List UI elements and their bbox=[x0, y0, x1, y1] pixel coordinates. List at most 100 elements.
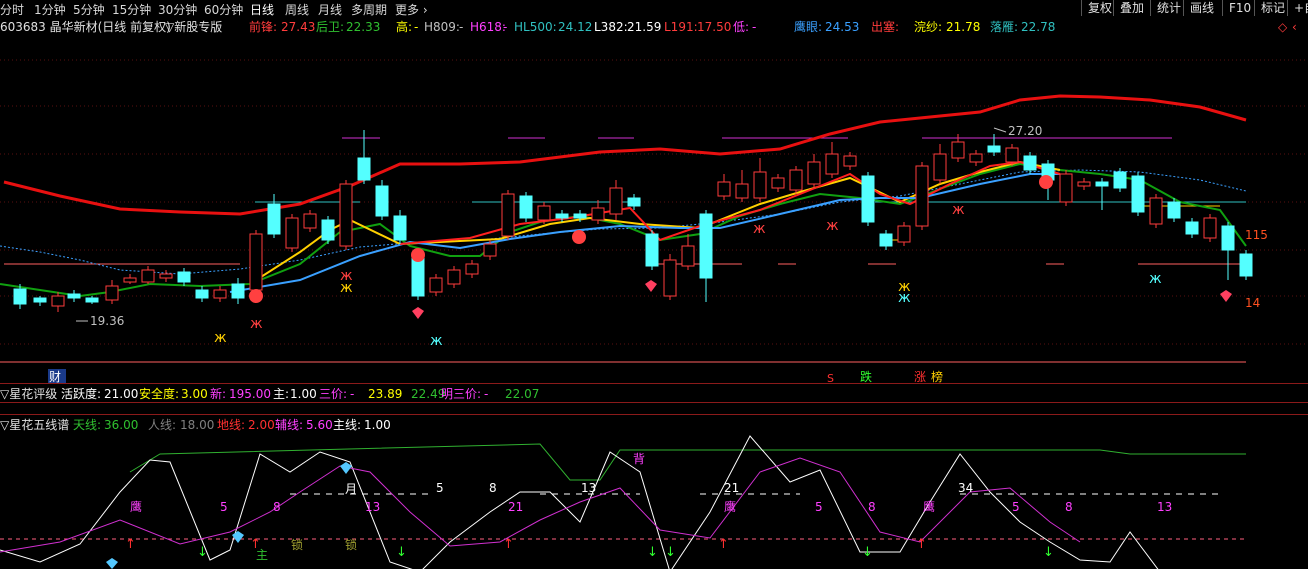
statistics-button[interactable]: 统计 bbox=[1150, 0, 1187, 16]
tab-5min[interactable]: 5分钟 bbox=[73, 1, 105, 18]
candle-body bbox=[609, 187, 623, 215]
arrow-up-red-icon: ↑ bbox=[718, 537, 729, 552]
horizontal-levels bbox=[0, 137, 1246, 363]
butterfly-cyan-icon: ж bbox=[1149, 271, 1162, 287]
wuxianpu-chart[interactable]: 背 月 鹰 鹰 鹰 主 锁 锁 5 8 13 21 34 5 8 13 21 5… bbox=[0, 432, 1308, 569]
candle-body bbox=[1077, 181, 1091, 187]
candle-body bbox=[375, 185, 389, 217]
tab-multi-period[interactable]: 多周期 bbox=[351, 1, 387, 18]
mingsanjia-label: 明三价: bbox=[441, 387, 482, 401]
renxian-label: 人线: bbox=[148, 418, 177, 432]
candle-body bbox=[555, 213, 569, 219]
candle-body bbox=[357, 157, 371, 181]
mark-button[interactable]: 标记 bbox=[1254, 0, 1291, 16]
l191-value: 17.50 bbox=[697, 20, 732, 34]
fuxian-value: 5.60 bbox=[306, 418, 333, 432]
tab-monthly[interactable]: 月线 bbox=[318, 1, 342, 18]
butterfly-cyan-icon: ж bbox=[898, 290, 911, 306]
houwei-value: 22.33 bbox=[346, 20, 381, 34]
main-kline-chart[interactable]: ж ж ж ж ж ж ж ж ж ж ж 27.20 19.36 115 14… bbox=[0, 34, 1308, 386]
ying-label: 鹰 bbox=[130, 499, 142, 514]
sub2-arrows: ↑ ↑ ↑ ↑ ↑ ↓ ↓ ↓ ↓ ↓ ↓ bbox=[106, 462, 1054, 569]
h809-value: - bbox=[459, 20, 464, 34]
l382-label: L382: bbox=[594, 20, 628, 34]
candle-body bbox=[537, 205, 551, 221]
formula-name[interactable]: ▽新股专版 bbox=[165, 20, 222, 34]
renxian-value: 18.00 bbox=[180, 418, 215, 432]
hl500-value: 24.12 bbox=[558, 20, 593, 34]
tab-60min[interactable]: 60分钟 bbox=[204, 1, 243, 18]
candle-body bbox=[85, 297, 99, 303]
arrow-down-green-icon: ↓ bbox=[862, 545, 873, 560]
tab-fenshi[interactable]: 分时 bbox=[0, 1, 24, 18]
candle-body bbox=[519, 195, 533, 219]
butterfly-red-icon: ж bbox=[826, 218, 839, 234]
low-price-label: 19.36 bbox=[90, 314, 124, 328]
candle-body bbox=[1059, 173, 1073, 203]
candle-body bbox=[843, 155, 857, 167]
sub1-indicator-bar: ▽星花评级 活跃度: 21.00 安全度: 3.00 新: 195.00 主: … bbox=[0, 386, 1308, 402]
dixian-value: 2.00 bbox=[248, 418, 275, 432]
diamond-blue-icon bbox=[232, 531, 244, 543]
candle-body bbox=[393, 215, 407, 241]
l382-value: 21.59 bbox=[627, 20, 662, 34]
candle-body bbox=[501, 193, 515, 237]
die-badge: 跌 bbox=[860, 369, 872, 384]
draw-line-button[interactable]: 画线 bbox=[1183, 0, 1220, 16]
zhu-value: 1.00 bbox=[290, 387, 317, 401]
candle-body bbox=[735, 183, 749, 199]
candle-body bbox=[33, 297, 47, 303]
tab-weekly[interactable]: 周线 bbox=[285, 1, 309, 18]
h618-label: H618: bbox=[470, 20, 506, 34]
zhuxian-value: 1.00 bbox=[364, 418, 391, 432]
tab-daily[interactable]: 日线 bbox=[250, 1, 274, 18]
candle-body bbox=[789, 169, 803, 191]
candle-body bbox=[447, 269, 461, 285]
candle-body bbox=[627, 197, 641, 207]
qianwei-value: 27.43 bbox=[281, 20, 316, 34]
tab-more[interactable]: 更多 › bbox=[395, 1, 428, 18]
bei-label: 背 bbox=[633, 452, 645, 466]
diamond-red-icon bbox=[1220, 290, 1232, 302]
luoyan-label: 落雁: bbox=[990, 20, 1019, 34]
stock-title[interactable]: 603683 晶华新材(日线 前复权) bbox=[0, 20, 171, 34]
anquan-label: 安全度: bbox=[139, 387, 180, 401]
candle-body bbox=[249, 233, 263, 291]
dixian-label: 地线: bbox=[217, 418, 246, 432]
arrow-down-green-icon: ↓ bbox=[396, 545, 407, 560]
candle-body bbox=[771, 177, 785, 189]
xin-label: 新: bbox=[210, 387, 227, 401]
arrow-up-red-icon: ↑ bbox=[916, 537, 927, 552]
diamond-red-icon bbox=[412, 307, 424, 319]
num-mid: 13 bbox=[365, 500, 380, 514]
candle-body bbox=[1221, 225, 1235, 251]
butterfly-red-icon: ж bbox=[952, 202, 965, 218]
butterfly-yellow-icon: ж bbox=[214, 330, 227, 346]
candle-body bbox=[483, 243, 497, 257]
tianxian-value: 36.00 bbox=[104, 418, 139, 432]
candle-body bbox=[897, 225, 911, 243]
overlay-button[interactable]: 叠加 bbox=[1113, 0, 1150, 16]
num-mid: 8 bbox=[868, 500, 876, 514]
chevron-left-icon[interactable]: ‹ bbox=[1292, 20, 1297, 34]
period-toolbar: 分时 1分钟 5分钟 15分钟 30分钟 60分钟 日线 周线 月线 多周期 更… bbox=[0, 0, 1308, 17]
arrow-up-red-icon: ↑ bbox=[125, 537, 136, 552]
candle-body bbox=[303, 213, 317, 229]
f10-button[interactable]: F10 bbox=[1222, 0, 1257, 16]
tab-30min[interactable]: 30分钟 bbox=[158, 1, 197, 18]
mingsanjia-v2: 22.07 bbox=[505, 387, 540, 401]
num-top-5: 5 bbox=[436, 481, 444, 495]
sub1-name[interactable]: ▽星花评级 bbox=[0, 387, 57, 401]
tab-15min[interactable]: 15分钟 bbox=[112, 1, 151, 18]
markers: ж ж ж ж ж ж ж ж ж ж ж bbox=[214, 175, 1232, 349]
panel-separator bbox=[0, 402, 1308, 403]
candle-body bbox=[195, 289, 209, 299]
sub2-name[interactable]: ▽星花五线谱 bbox=[0, 418, 69, 432]
candle-body bbox=[465, 263, 479, 275]
tab-1min[interactable]: 1分钟 bbox=[34, 1, 66, 18]
diamond-icon[interactable]: ◇ bbox=[1278, 20, 1287, 34]
custom-button[interactable]: +自 bbox=[1287, 0, 1308, 16]
suo-label: 锁 bbox=[345, 537, 357, 552]
candle-body bbox=[825, 153, 839, 175]
arrow-down-green-icon: ↓ bbox=[1043, 545, 1054, 560]
